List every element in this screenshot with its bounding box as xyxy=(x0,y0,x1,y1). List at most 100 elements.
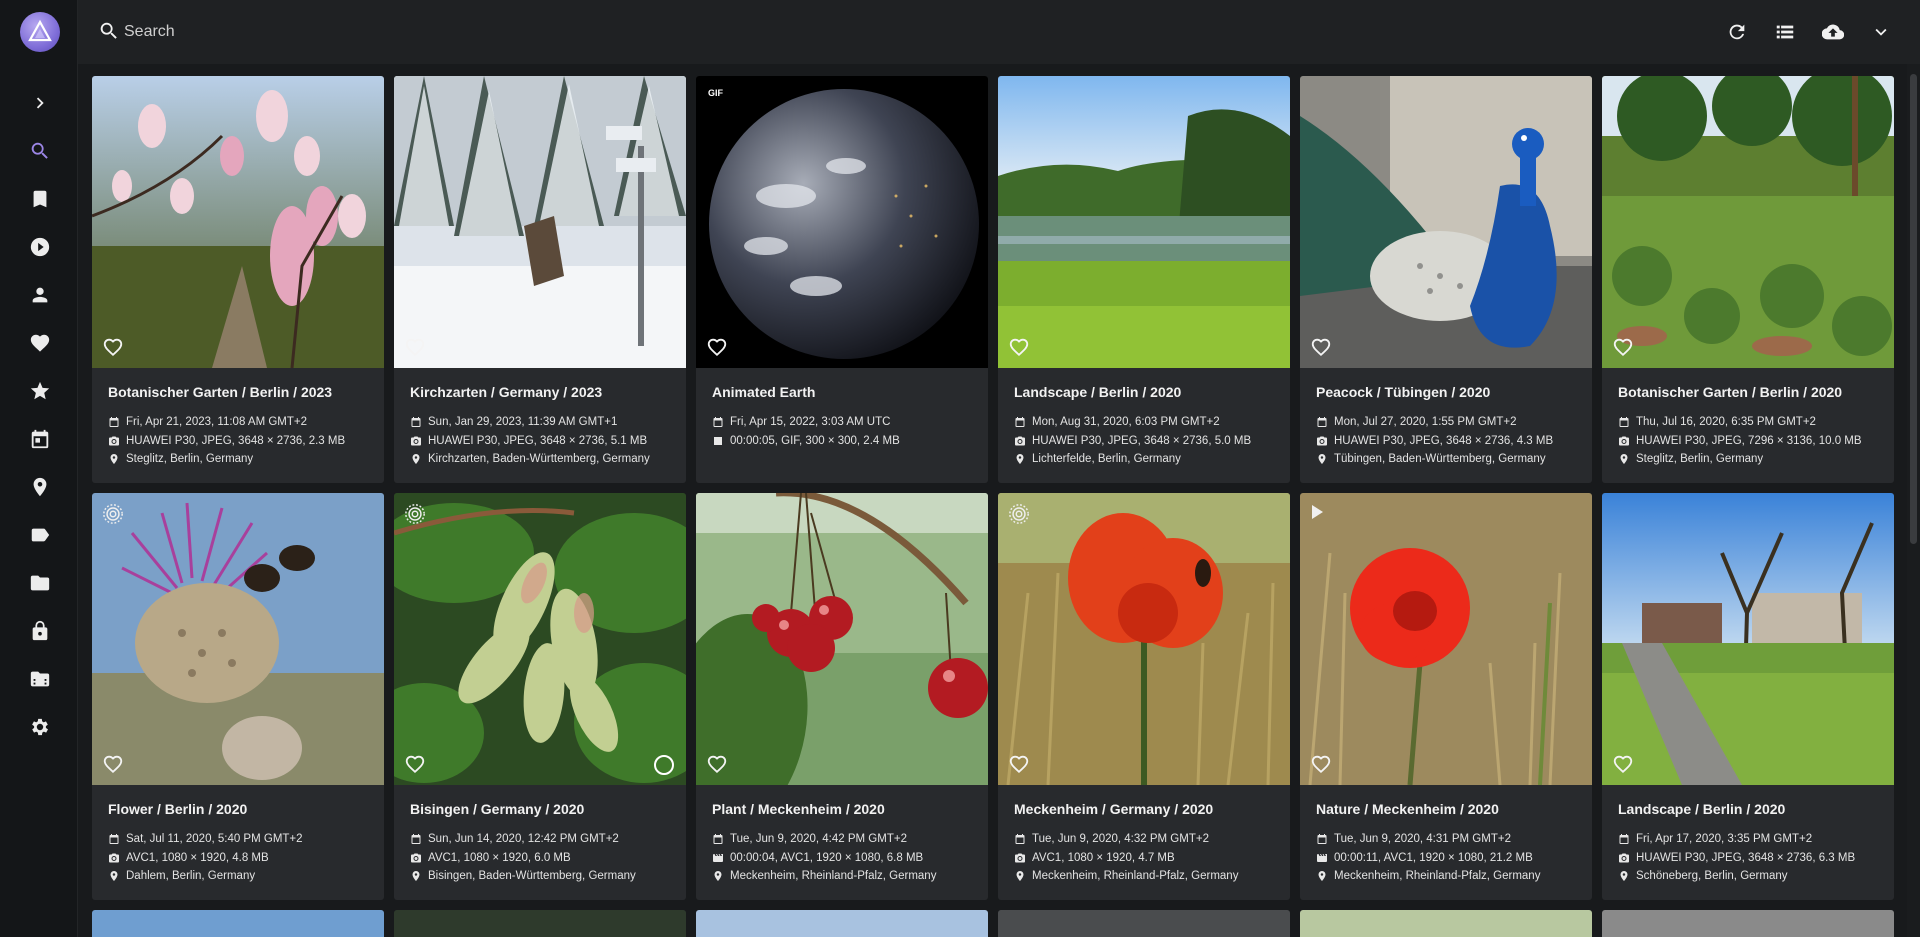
photo-thumbnail[interactable] xyxy=(696,493,988,785)
heart-outline-icon xyxy=(1613,755,1633,774)
location-text: Lichterfelde, Berlin, Germany xyxy=(1032,453,1181,465)
sidebar-item-videos[interactable] xyxy=(23,230,57,264)
calendar-icon xyxy=(713,417,723,428)
card-title[interactable]: Botanischer Garten / Berlin / 2020 xyxy=(1618,384,1878,400)
photo-thumbnail[interactable]: GIF xyxy=(696,76,988,368)
scrollbar[interactable] xyxy=(1907,64,1920,937)
photo-thumbnail[interactable] xyxy=(1602,76,1894,368)
card-title[interactable]: Botanischer Garten / Berlin / 2023 xyxy=(108,384,368,400)
photo-card[interactable] xyxy=(1602,910,1894,937)
photo-card[interactable]: Landscape / Berlin / 2020 Fri, Apr 17, 2… xyxy=(1602,493,1894,900)
card-title[interactable]: Nature / Meckenheim / 2020 xyxy=(1316,801,1576,817)
photo-card[interactable]: Landscape / Berlin / 2020 Mon, Aug 31, 2… xyxy=(998,76,1290,483)
sidebar-item-search[interactable] xyxy=(23,134,57,168)
photo-card[interactable]: Flower / Berlin / 2020 Sat, Jul 11, 2020… xyxy=(92,493,384,900)
card-location: Steglitz, Berlin, Germany xyxy=(1618,450,1878,469)
camera-icon xyxy=(109,436,119,446)
photo-card[interactable] xyxy=(92,910,384,937)
scrollbar-thumb[interactable] xyxy=(1910,74,1917,544)
sidebar-item-albums[interactable] xyxy=(23,182,57,216)
favorite-heart-button[interactable] xyxy=(1310,336,1332,358)
card-title[interactable]: Bisingen / Germany / 2020 xyxy=(410,801,670,817)
sidebar-item-library[interactable] xyxy=(23,662,57,696)
photo-thumbnail[interactable] xyxy=(1602,910,1894,937)
card-camera: HUAWEI P30, JPEG, 3648 × 2736, 5.0 MB xyxy=(1014,432,1274,451)
sidebar-item-calendar[interactable] xyxy=(23,422,57,456)
card-date: Sun, Jun 14, 2020, 12:42 PM GMT+2 xyxy=(410,830,670,849)
photo-thumbnail[interactable] xyxy=(1602,493,1894,785)
photo-thumbnail[interactable] xyxy=(1300,76,1592,368)
photo-thumbnail[interactable] xyxy=(92,910,384,937)
favorite-heart-button[interactable] xyxy=(1008,753,1030,775)
favorite-heart-button[interactable] xyxy=(102,753,124,775)
favorite-heart-button[interactable] xyxy=(404,753,426,775)
photo-card[interactable]: Kirchzarten / Germany / 2023 Sun, Jan 29… xyxy=(394,76,686,483)
card-title[interactable]: Plant / Meckenheim / 2020 xyxy=(712,801,972,817)
location-text: Kirchzarten, Baden-Württemberg, Germany xyxy=(428,453,650,465)
favorite-heart-button[interactable] xyxy=(1612,753,1634,775)
favorite-heart-button[interactable] xyxy=(706,336,728,358)
photo-thumbnail[interactable] xyxy=(998,910,1290,937)
expand-toolbar-button[interactable] xyxy=(1867,18,1895,46)
favorite-heart-button[interactable] xyxy=(102,336,124,358)
photo-card[interactable] xyxy=(394,910,686,937)
photo-card[interactable]: Meckenheim / Germany / 2020 Tue, Jun 9, … xyxy=(998,493,1290,900)
card-title[interactable]: Landscape / Berlin / 2020 xyxy=(1618,801,1878,817)
favorite-heart-button[interactable] xyxy=(404,336,426,358)
search-input[interactable] xyxy=(124,16,724,48)
card-title[interactable]: Landscape / Berlin / 2020 xyxy=(1014,384,1274,400)
sidebar-item-labels[interactable] xyxy=(23,518,57,552)
expand-sidebar-button[interactable] xyxy=(23,86,57,120)
sidebar-item-favorites[interactable] xyxy=(23,326,57,360)
card-title[interactable]: Meckenheim / Germany / 2020 xyxy=(1014,801,1274,817)
photo-thumbnail[interactable] xyxy=(998,493,1290,785)
photo-thumbnail[interactable] xyxy=(92,76,384,368)
upload-button[interactable] xyxy=(1819,18,1847,46)
photo-thumbnail[interactable] xyxy=(394,76,686,368)
photo-card[interactable]: Botanischer Garten / Berlin / 2023 Fri, … xyxy=(92,76,384,483)
photo-thumbnail[interactable] xyxy=(1300,493,1592,785)
favorite-heart-button[interactable] xyxy=(706,753,728,775)
sidebar-item-moments[interactable] xyxy=(23,374,57,408)
map-pin-icon xyxy=(1318,454,1326,465)
card-camera: AVC1, 1080 × 1920, 6.0 MB xyxy=(410,849,670,868)
search-icon xyxy=(100,22,117,39)
photo-card[interactable]: GIF Animated Earth Fri, Apr 15, 2022, 3:… xyxy=(696,76,988,483)
camera-text: HUAWEI P30, JPEG, 3648 × 2736, 4.3 MB xyxy=(1334,434,1554,447)
select-checkbox[interactable] xyxy=(654,755,674,775)
favorite-heart-button[interactable] xyxy=(1310,753,1332,775)
card-title[interactable]: Peacock / Tübingen / 2020 xyxy=(1316,384,1576,400)
photoprism-logo-icon[interactable] xyxy=(20,12,60,52)
sidebar-item-places[interactable] xyxy=(23,470,57,504)
card-title[interactable]: Flower / Berlin / 2020 xyxy=(108,801,368,817)
photo-card[interactable]: Botanischer Garten / Berlin / 2020 Thu, … xyxy=(1602,76,1894,483)
map-pin-icon xyxy=(1016,871,1024,882)
favorite-heart-button[interactable] xyxy=(1612,336,1634,358)
photo-thumbnail[interactable] xyxy=(696,910,988,937)
photo-card[interactable] xyxy=(1300,910,1592,937)
photo-thumbnail[interactable] xyxy=(394,910,686,937)
sidebar-item-settings[interactable] xyxy=(23,710,57,744)
film-icon xyxy=(713,853,723,862)
sidebar-item-people[interactable] xyxy=(23,278,57,312)
photo-thumbnail[interactable] xyxy=(92,493,384,785)
view-list-button[interactable] xyxy=(1771,18,1799,46)
sidebar-item-private[interactable] xyxy=(23,614,57,648)
upload-cloud-icon xyxy=(1822,24,1844,40)
card-date: Sat, Jul 11, 2020, 5:40 PM GMT+2 xyxy=(108,830,368,849)
photo-thumbnail[interactable] xyxy=(998,76,1290,368)
photo-card[interactable]: Peacock / Tübingen / 2020 Mon, Jul 27, 2… xyxy=(1300,76,1592,483)
refresh-button[interactable] xyxy=(1723,18,1751,46)
photo-card[interactable] xyxy=(998,910,1290,937)
card-title[interactable]: Animated Earth xyxy=(712,384,972,400)
photo-card[interactable]: Bisingen / Germany / 2020 Sun, Jun 14, 2… xyxy=(394,493,686,900)
photo-card[interactable] xyxy=(696,910,988,937)
photo-thumbnail[interactable] xyxy=(1300,910,1592,937)
card-title[interactable]: Kirchzarten / Germany / 2023 xyxy=(410,384,670,400)
photo-card[interactable]: Plant / Meckenheim / 2020 Tue, Jun 9, 20… xyxy=(696,493,988,900)
photo-card[interactable]: Nature / Meckenheim / 2020 Tue, Jun 9, 2… xyxy=(1300,493,1592,900)
camera-icon xyxy=(411,853,421,863)
favorite-heart-button[interactable] xyxy=(1008,336,1030,358)
photo-thumbnail[interactable] xyxy=(394,493,686,785)
sidebar-item-folders[interactable] xyxy=(23,566,57,600)
